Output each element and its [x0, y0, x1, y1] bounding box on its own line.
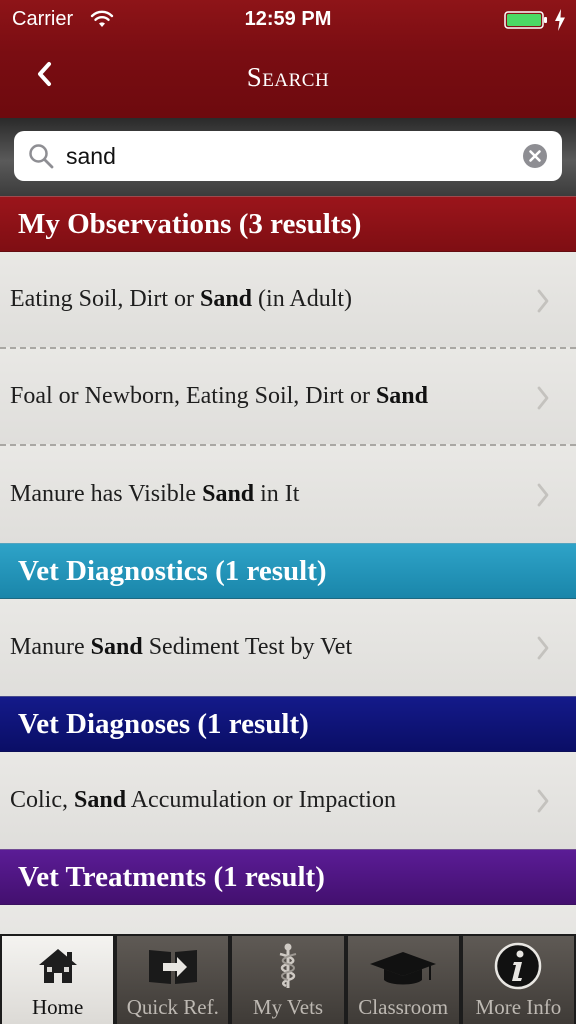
status-bar: Carrier 12:59 PM	[0, 0, 576, 40]
section-header-vet-diagnostics: Vet Diagnostics (1 result)	[0, 543, 576, 599]
charging-bolt-icon	[555, 9, 565, 31]
tab-bar: Home Quick Ref. My Vets Classroom More I…	[0, 934, 576, 1024]
home-icon	[38, 949, 77, 983]
tab-label: More Info	[475, 995, 562, 1019]
section-header-vet-treatments: Vet Treatments (1 result)	[0, 849, 576, 905]
tab-more-info[interactable]: More Info	[462, 936, 575, 1024]
tab-label: Quick Ref.	[126, 995, 219, 1019]
chevron-right-icon	[537, 386, 549, 410]
clock: 12:59 PM	[244, 8, 332, 30]
tab-home[interactable]: Home	[2, 936, 114, 1024]
chevron-right-icon	[537, 789, 549, 813]
info-icon	[495, 942, 542, 990]
section-header-my-observations: My Observations (3 results)	[0, 196, 576, 252]
book-arrow-icon	[148, 950, 197, 984]
result-row[interactable]: Foal or Newborn, Eating Soil, Dirt or Sa…	[0, 349, 576, 446]
clear-icon[interactable]	[522, 143, 548, 169]
result-row[interactable]: Eating Soil, Dirt or Sand (in Adult)	[0, 252, 576, 349]
result-label: Eating Soil, Dirt or Sand (in Adult)	[10, 286, 353, 312]
result-label: Colic, Sand Accumulation or Impaction	[10, 787, 396, 813]
result-label: Foal or Newborn, Eating Soil, Dirt or Sa…	[10, 383, 428, 409]
graduation-cap-icon	[370, 952, 437, 985]
tab-my-vets[interactable]: My Vets	[232, 936, 344, 1024]
results-list[interactable]: My Observations (3 results) Eating Soil,…	[0, 196, 576, 934]
chevron-right-icon	[537, 289, 549, 313]
tab-label: Classroom	[358, 995, 449, 1019]
tab-quick-ref[interactable]: Quick Ref.	[117, 936, 229, 1024]
caduceus-icon	[279, 943, 297, 988]
section-header-vet-diagnoses: Vet Diagnoses (1 result)	[0, 696, 576, 752]
search-icon	[29, 144, 54, 169]
battery-icon	[504, 11, 547, 29]
result-label: Manure Sand Sediment Test by Vet	[10, 634, 353, 660]
result-label: Manure has Visible Sand in It	[10, 481, 300, 507]
search-box[interactable]	[14, 131, 562, 181]
result-row[interactable]: Colic, Sand Accumulation or Impaction	[0, 752, 576, 849]
tab-label: Home	[31, 995, 84, 1019]
header: Carrier 12:59 PM Search	[0, 0, 576, 118]
tab-classroom[interactable]: Classroom	[347, 936, 459, 1024]
search-input[interactable]	[66, 138, 506, 174]
page-title: Search	[246, 62, 330, 92]
chevron-right-icon	[537, 636, 549, 660]
result-row[interactable]: Manure has Visible Sand in It	[0, 446, 576, 543]
nav-bar: Search	[0, 40, 576, 118]
chevron-right-icon	[537, 483, 549, 507]
result-row[interactable]: Manure Sand Sediment Test by Vet	[0, 599, 576, 696]
tab-label: My Vets	[252, 995, 324, 1019]
result-row-partial[interactable]	[0, 905, 576, 934]
search-bar	[0, 118, 576, 196]
